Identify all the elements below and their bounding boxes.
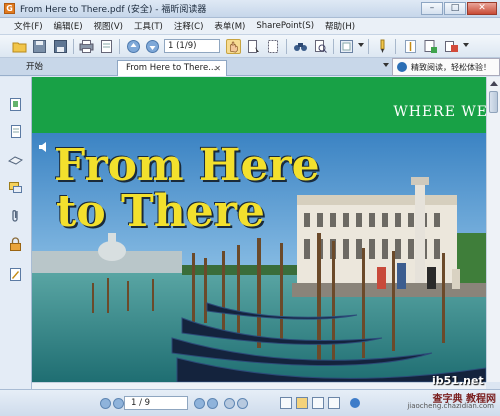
cover-title: From Here to There [54, 143, 320, 235]
menu-form[interactable]: 表单(M) [214, 20, 245, 32]
tab-document-label: From Here to There... [126, 63, 217, 73]
speaker-icon[interactable] [38, 141, 50, 153]
last-page-icon[interactable] [207, 398, 218, 409]
banner-text: WHERE WE [393, 104, 486, 120]
toolbar-separator [286, 39, 287, 54]
search-document-icon[interactable] [313, 39, 328, 54]
navigation-panel [0, 77, 32, 389]
tab-document[interactable]: From Here to There... ✕ [117, 60, 227, 76]
menu-view[interactable]: 视图(V) [94, 20, 123, 32]
app-icon: G [4, 3, 15, 14]
menu-comment[interactable]: 注释(C) [174, 20, 204, 32]
cover-title-line-1: From Here [54, 140, 320, 191]
facing-view-icon[interactable] [312, 397, 324, 409]
pages-icon[interactable] [8, 97, 23, 112]
hand-tool-icon[interactable] [226, 39, 241, 54]
menu-bar: 文件(F) 编辑(E) 视图(V) 工具(T) 注释(C) 表单(M) Shar… [0, 18, 500, 35]
watermark-url: jiaocheng.chazidian.com [407, 402, 494, 410]
horizontal-scrollbar[interactable] [32, 382, 486, 389]
toolbar: 1 (1/9) [0, 35, 500, 58]
tab-home[interactable]: 开始 [18, 60, 114, 76]
scroll-up-icon[interactable] [490, 81, 498, 86]
title-bar: G From Here to There.pdf (安全) - 福昕阅读器 – … [0, 0, 500, 18]
menu-file[interactable]: 文件(F) [14, 20, 43, 32]
document-view[interactable]: WHERE WE From Here to There [32, 77, 486, 382]
continuous-view-icon[interactable] [296, 397, 308, 409]
marker-icon[interactable] [375, 39, 390, 54]
convert-icon[interactable] [444, 39, 459, 54]
promo-banner[interactable]: 精致阅读，轻松体验！ [392, 58, 500, 76]
menu-sharepoint[interactable]: SharePoint(S) [256, 21, 314, 31]
chevron-down-icon[interactable] [358, 43, 364, 47]
print-icon[interactable] [79, 39, 94, 54]
go-forward-icon[interactable] [237, 398, 248, 409]
next-page-icon[interactable] [145, 39, 160, 54]
first-page-icon[interactable] [100, 398, 111, 409]
save-as-icon[interactable] [53, 39, 68, 54]
close-button[interactable]: ✕ [467, 2, 497, 15]
toolbar-separator [73, 39, 74, 54]
save-icon[interactable] [32, 39, 47, 54]
maximize-button[interactable]: □ [444, 2, 466, 15]
document-icon[interactable] [99, 39, 114, 54]
menu-edit[interactable]: 编辑(E) [54, 20, 83, 32]
open-folder-icon[interactable] [12, 39, 27, 54]
comments-icon[interactable] [8, 180, 23, 195]
attachment-icon[interactable] [8, 208, 23, 223]
toolbar-separator [333, 39, 334, 54]
promo-icon [397, 62, 407, 72]
typewriter-icon[interactable] [423, 39, 438, 54]
continuous-facing-view-icon[interactable] [328, 397, 340, 409]
previous-page-status-icon[interactable] [113, 398, 124, 409]
window-title: From Here to There.pdf (安全) - 福昕阅读器 [20, 5, 207, 15]
cover-photo: From Here to There [32, 133, 486, 382]
scrollbar-thumb[interactable] [489, 91, 498, 113]
tab-close-icon[interactable]: ✕ [214, 61, 221, 76]
tab-list-chevron-icon[interactable] [383, 63, 389, 67]
toolbar-separator [368, 39, 369, 54]
next-page-status-icon[interactable] [194, 398, 205, 409]
vertical-scrollbar[interactable] [486, 77, 500, 382]
menu-help[interactable]: 帮助(H) [325, 20, 355, 32]
page-number-input[interactable]: 1 (1/9) [164, 39, 220, 53]
binoculars-icon[interactable] [293, 39, 308, 54]
status-page-input[interactable]: 1 / 9 [124, 396, 188, 410]
promo-text: 精致阅读，轻松体验！ [411, 62, 491, 72]
lock-icon[interactable] [8, 237, 23, 252]
bookmarks-icon[interactable] [8, 124, 23, 139]
text-tool-icon[interactable] [403, 39, 418, 54]
single-page-view-icon[interactable] [280, 397, 292, 409]
status-bar: 1 / 9 查字典 教程网 jiaocheng.chazidian.com [0, 389, 500, 416]
layers-icon[interactable] [8, 152, 23, 167]
go-back-icon[interactable] [224, 398, 235, 409]
select-text-icon[interactable] [246, 39, 261, 54]
chevron-down-icon[interactable] [463, 43, 469, 47]
window-controls: – □ ✕ [421, 2, 497, 15]
toolbar-separator [395, 39, 396, 54]
toolbar-separator [119, 39, 120, 54]
previous-page-icon[interactable] [126, 39, 141, 54]
pdf-header-banner: WHERE WE [32, 77, 486, 133]
watermark-ib51: ib51.net [432, 374, 484, 387]
zoom-out-icon[interactable] [350, 398, 360, 408]
cover-title-line-2: to There [56, 186, 265, 237]
signature-icon[interactable] [8, 267, 23, 282]
menu-tools[interactable]: 工具(T) [134, 20, 163, 32]
page-layout-icon[interactable] [339, 39, 354, 54]
minimize-button[interactable]: – [421, 2, 443, 15]
snapshot-icon[interactable] [266, 39, 281, 54]
